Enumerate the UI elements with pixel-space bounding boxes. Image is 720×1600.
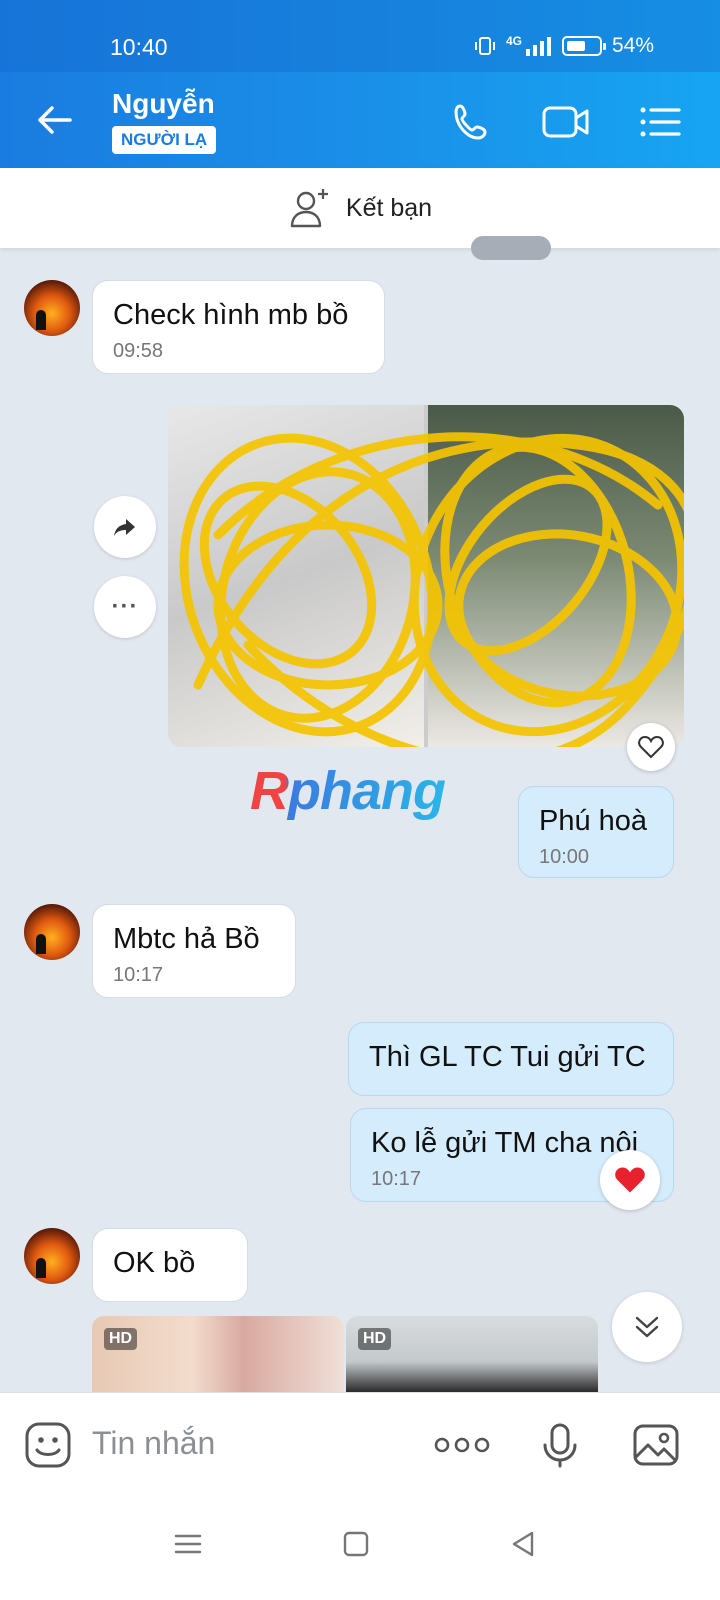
microphone-icon[interactable] — [536, 1421, 584, 1469]
vibrate-icon — [474, 37, 495, 55]
double-chevron-down-icon — [635, 1316, 659, 1338]
photo-thumbnails[interactable]: HD HD — [92, 1316, 612, 1392]
hd-badge: HD — [358, 1328, 392, 1350]
share-arrow-icon — [114, 519, 135, 536]
image-gallery-icon[interactable] — [632, 1421, 680, 1469]
message-composer: Tin nhắn — [0, 1392, 720, 1492]
more-dots-icon[interactable] — [434, 1421, 490, 1469]
photo-message[interactable] — [168, 405, 684, 747]
message-text: Thì GL TC Tui gửi TC — [369, 1041, 646, 1073]
contact-avatar[interactable] — [24, 1228, 80, 1284]
status-icons: 4G 54% — [474, 34, 654, 58]
yellow-scribble-overlay — [179, 432, 684, 747]
heart-filled-icon — [615, 1167, 645, 1193]
sticker-icon[interactable] — [24, 1421, 72, 1469]
scroll-to-bottom-button[interactable] — [612, 1292, 682, 1362]
status-time: 10:40 — [110, 34, 168, 60]
back-icon[interactable] — [508, 1528, 540, 1560]
status-bar: 10:40 4G 54% — [0, 0, 720, 72]
stranger-badge: NGƯỜI LẠ — [112, 126, 217, 154]
incoming-message[interactable]: OK bồ — [92, 1228, 248, 1302]
battery-icon — [561, 36, 606, 56]
message-text: Ko lễ gửi TM cha nội — [371, 1127, 639, 1159]
contact-name[interactable]: Nguyễn — [112, 88, 215, 120]
message-text: Mbtc hả Bồ — [113, 923, 260, 955]
battery-percent: 54% — [611, 34, 654, 57]
home-icon[interactable] — [340, 1528, 372, 1560]
outgoing-message[interactable]: Thì GL TC Tui gửi TC — [348, 1022, 674, 1096]
phone-call-icon[interactable] — [450, 100, 494, 144]
chat-header: 10:40 4G 54% Nguyễn NGƯỜI LẠ — [0, 0, 720, 168]
more-options-button[interactable]: ··· — [94, 576, 156, 638]
watermark: Rphang — [250, 761, 446, 821]
hd-badge: HD — [104, 1328, 138, 1350]
network-type: 4G — [505, 34, 522, 48]
message-time: 10:00 — [539, 846, 590, 868]
message-time: 09:58 — [113, 340, 164, 362]
recent-apps-icon[interactable] — [172, 1528, 204, 1560]
time-chip — [471, 236, 551, 260]
incoming-message[interactable]: Mbtc hả Bồ 10:17 — [92, 904, 296, 998]
message-time: 10:17 — [113, 964, 164, 986]
photo-thumbnail[interactable]: HD — [346, 1316, 598, 1392]
contact-avatar[interactable] — [24, 904, 80, 960]
message-input[interactable]: Tin nhắn — [92, 1425, 215, 1462]
add-friend-label: Kết bạn — [345, 193, 433, 222]
more-dots-icon: ··· — [111, 593, 139, 620]
system-nav-bar — [0, 1492, 720, 1600]
message-text: Check hình mb bồ — [113, 299, 349, 331]
contact-avatar[interactable] — [24, 280, 80, 336]
video-call-icon[interactable] — [542, 100, 590, 144]
outgoing-message[interactable]: Phú hoà 10:00 — [518, 786, 674, 878]
message-text: Phú hoà — [539, 805, 648, 837]
photo-thumbnail[interactable]: HD — [92, 1316, 344, 1392]
menu-list-icon[interactable] — [638, 100, 682, 144]
message-text: OK bồ — [113, 1247, 196, 1279]
heart-reaction[interactable] — [600, 1150, 660, 1210]
share-button[interactable] — [94, 496, 156, 558]
react-button[interactable] — [627, 723, 675, 771]
back-arrow-icon[interactable] — [34, 100, 74, 140]
signal-icon — [525, 37, 551, 56]
incoming-message[interactable]: Check hình mb bồ 09:58 — [92, 280, 385, 374]
add-friend-icon — [290, 189, 328, 228]
add-friend-bar[interactable]: Kết bạn — [0, 168, 720, 248]
heart-outline-icon — [638, 735, 664, 759]
